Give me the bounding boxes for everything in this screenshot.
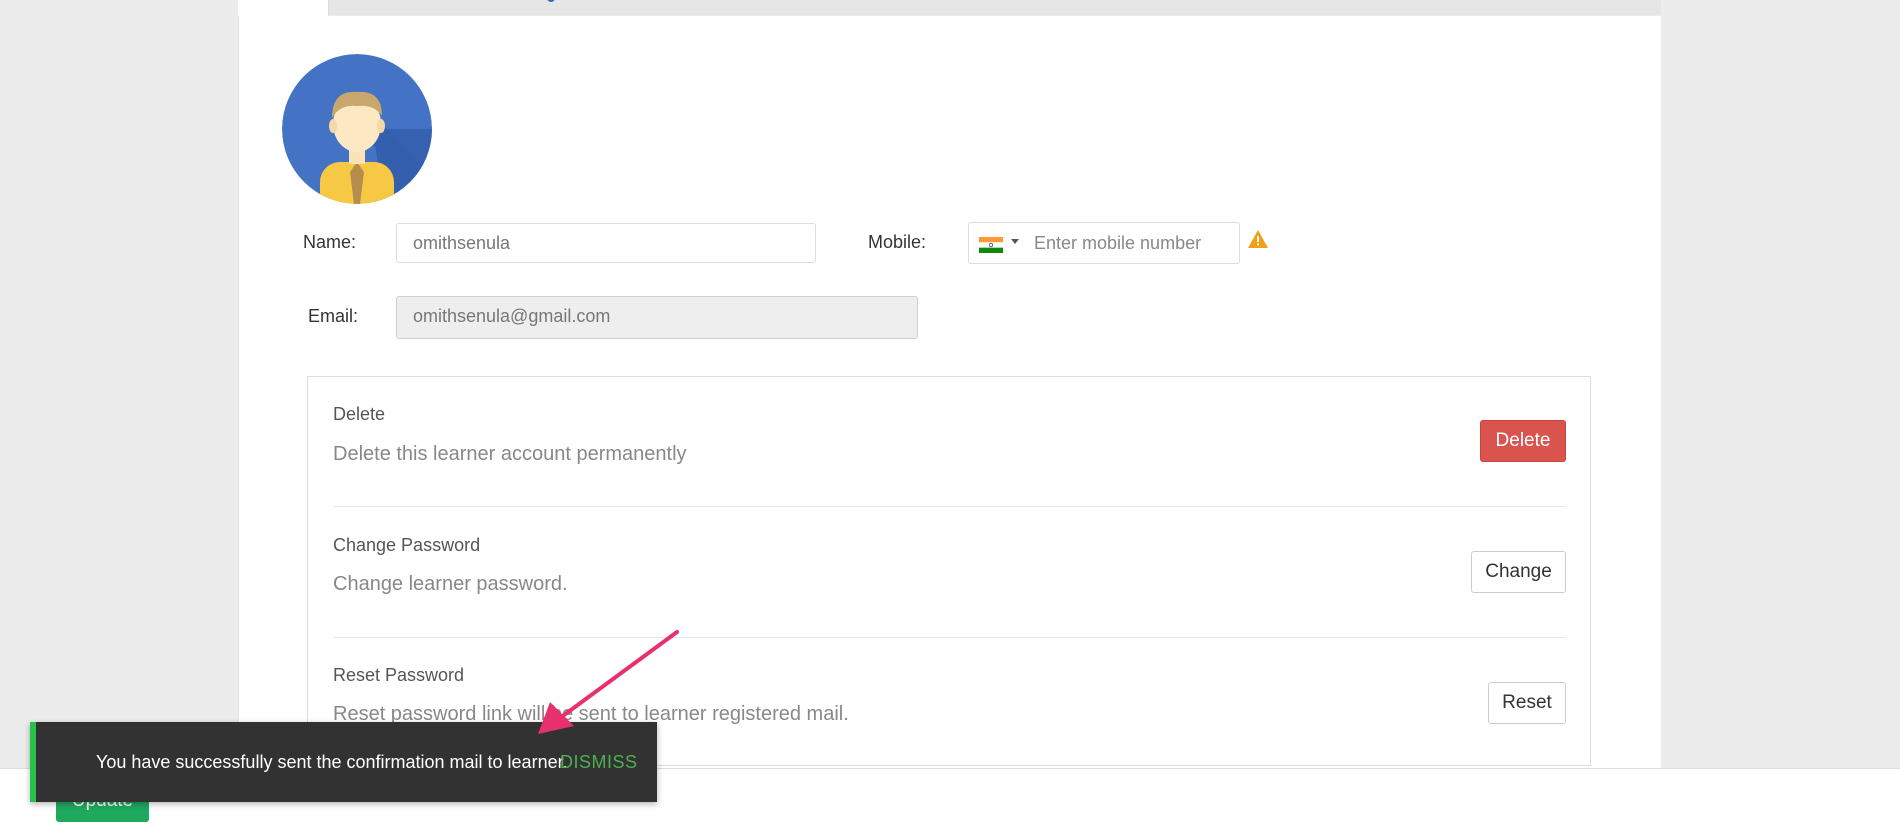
tab-profile[interactable] — [238, 0, 329, 16]
toast-message: You have successfully sent the confirmat… — [96, 752, 568, 772]
change-password-description: Change learner password. — [333, 573, 568, 595]
dismiss-button[interactable]: DISMISS — [560, 752, 638, 773]
warning-triangle-icon — [1248, 230, 1268, 248]
change-password-button[interactable]: Change — [1471, 551, 1566, 593]
name-label: Name: — [303, 232, 357, 252]
avatar-user-icon — [282, 54, 432, 204]
change-password-title: Change Password — [333, 535, 481, 555]
mobile-label: Mobile: — [868, 232, 927, 252]
delete-title: Delete — [333, 404, 386, 424]
email-label: Email: — [308, 306, 359, 326]
snackbar-toast: You have successfully sent the confirmat… — [30, 722, 657, 802]
mobile-input[interactable]: Enter mobile number — [1034, 223, 1201, 263]
tab-strip — [238, 0, 1661, 15]
divider — [333, 637, 1566, 638]
email-field: omithsenula@gmail.com — [396, 296, 918, 339]
india-flag-icon[interactable] — [979, 237, 1003, 253]
delete-button[interactable]: Delete — [1480, 420, 1566, 462]
name-input[interactable]: omithsenula — [396, 223, 816, 263]
avatar — [282, 54, 432, 204]
divider — [333, 506, 1566, 507]
mobile-field[interactable]: Enter mobile number — [968, 222, 1240, 264]
reset-password-button[interactable]: Reset — [1488, 682, 1566, 724]
delete-description: Delete this learner account permanently — [333, 443, 687, 465]
reset-password-title: Reset Password — [333, 665, 465, 685]
chevron-down-icon[interactable] — [1011, 239, 1019, 244]
